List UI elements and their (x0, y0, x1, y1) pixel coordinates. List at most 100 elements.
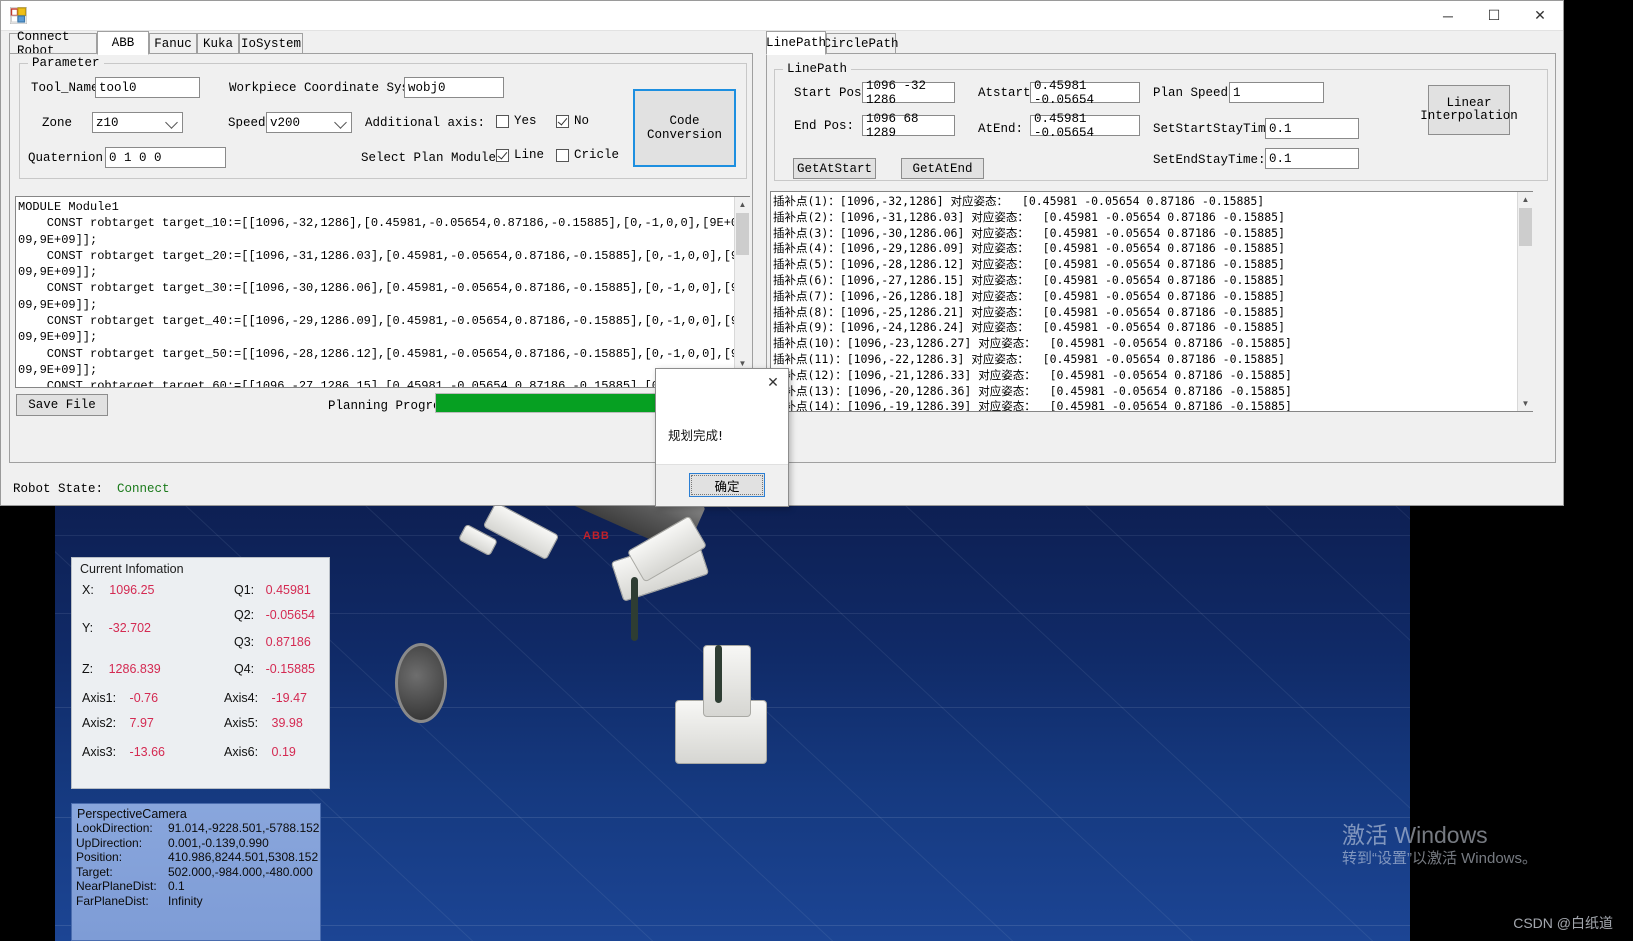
info-label-q2: Q2: (234, 608, 255, 622)
checkbox-box (556, 148, 569, 162)
atend-label: AtEnd: (978, 122, 1024, 136)
parameter-group-title: Parameter (28, 56, 104, 70)
workpiece-input[interactable]: wobj0 (404, 77, 504, 98)
info-value-axis4: -19.47 (271, 691, 307, 705)
end-pos-label: End Pos: (794, 119, 855, 133)
grid-line (894, 495, 1407, 941)
atend-input[interactable]: 0.45981 -0.05654 (1030, 112, 1140, 140)
additional-axis-no-label: No (574, 114, 590, 128)
robot-lower-arm (703, 645, 751, 717)
grid-line (714, 495, 1227, 941)
set-start-stay-time-input[interactable]: 0.1 (1265, 118, 1359, 139)
linepath-group-title: LinePath (783, 62, 852, 76)
camera-row-farplane: FarPlaneDist: Infinity (76, 893, 203, 908)
start-pos-label: Start Pos: (794, 86, 870, 100)
pipe-end-cap (395, 643, 447, 723)
plan-module-line-checkbox[interactable]: Line (496, 148, 544, 162)
chevron-down-icon (334, 115, 347, 129)
robot-wrist (482, 501, 560, 561)
info-value-axis2: 7.97 (129, 716, 154, 730)
tab-linepath[interactable]: LinePath (766, 31, 826, 55)
tab-kuka[interactable]: Kuka (197, 33, 239, 54)
linear-interpolation-button[interactable]: Linear Interpolation (1420, 85, 1518, 135)
scroll-up-arrow[interactable]: ▲ (1518, 192, 1533, 207)
atstart-input[interactable]: 0.45981 -0.05654 (1030, 79, 1140, 107)
end-pos-input[interactable]: 1096 68 1289 (862, 112, 955, 140)
set-end-stay-time-input[interactable]: 0.1 (1265, 148, 1359, 169)
maximize-button[interactable]: ☐ (1471, 1, 1517, 30)
minimize-button[interactable]: ─ (1425, 1, 1471, 30)
get-at-start-button[interactable]: GetAtStart (793, 158, 876, 179)
grid-line (1384, 495, 1410, 837)
zone-select[interactable]: z10 (92, 112, 183, 133)
code-conversion-button[interactable]: Code Conversion (633, 89, 736, 167)
plan-module-circle-label: Cricle (574, 148, 620, 162)
scroll-down-arrow[interactable]: ▼ (1518, 396, 1533, 411)
code-vertical-scrollbar[interactable]: ▲ ▼ (734, 197, 750, 371)
info-label-axis5: Axis5: (224, 716, 259, 730)
dialog-message: 规划完成! (668, 428, 724, 443)
interpolation-points-textarea[interactable]: 插补点(1)：[1096,-32,1286] 对应姿态： [0.45981 -0… (770, 191, 1533, 412)
current-information-panel: Current Infomation X: 1096.25 Y: -32.702… (71, 557, 330, 789)
dialog-titlebar: ✕ (656, 369, 788, 395)
plan-speed-input[interactable]: 1 (1229, 82, 1324, 103)
tab-abb[interactable]: ABB (97, 31, 149, 55)
left-tabstrip: Connect Robot ABB Fanuc Kuka IoSystem (9, 30, 749, 58)
interp-vertical-scrollbar[interactable]: ▲ ▼ (1517, 192, 1533, 411)
info-label-y: Y: (82, 621, 94, 635)
scrollbar-thumb[interactable] (1519, 208, 1532, 246)
plan-module-circle-checkbox[interactable]: Cricle (556, 148, 619, 162)
tab-connect-robot[interactable]: Connect Robot (9, 30, 97, 58)
select-plan-module-label: Select Plan Module: (361, 151, 504, 165)
dialog-close-icon[interactable]: ✕ (764, 373, 782, 391)
current-information-title: Current Infomation (80, 562, 184, 576)
tab-fanuc[interactable]: Fanuc (149, 33, 197, 54)
perspective-camera-panel: PerspectiveCamera LookDirection: 91.014,… (71, 803, 321, 941)
dialog-footer: 确定 (656, 464, 788, 506)
start-pos-input[interactable]: 1096 -32 1286 (862, 79, 955, 107)
csdn-watermark: CSDN @白纸道 (1513, 915, 1613, 931)
tool-name-input[interactable]: tool0 (95, 77, 200, 98)
info-label-q4: Q4: (234, 662, 255, 676)
grid-line (1254, 495, 1410, 941)
additional-axis-yes-label: Yes (514, 114, 537, 128)
right-tabstrip: LinePath CirclePath (766, 31, 1556, 55)
additional-axis-yes-checkbox[interactable]: Yes (496, 114, 537, 128)
set-end-stay-time-label: SetEndStayTime: (1153, 153, 1266, 167)
robot-cable (715, 645, 722, 703)
tab-iosystem[interactable]: IoSystem (239, 33, 303, 54)
close-button[interactable]: ✕ (1517, 1, 1563, 30)
zone-value: z10 (96, 115, 119, 130)
scrollbar-thumb[interactable] (736, 213, 749, 255)
info-value-axis6: 0.19 (271, 745, 296, 759)
set-start-stay-time-label: SetStartStayTime: (1153, 122, 1281, 136)
checkbox-box-checked (496, 148, 509, 162)
info-value-q1: 0.45981 (265, 583, 311, 597)
save-file-button[interactable]: Save File (16, 394, 108, 416)
info-label-q3: Q3: (234, 635, 255, 649)
plan-speed-label: Plan Speed: (1153, 86, 1236, 100)
generated-code-textarea[interactable]: MODULE Module1 CONST robtarget target_10… (15, 196, 750, 388)
camera-panel-title: PerspectiveCamera (77, 807, 187, 821)
robot-state: Robot State: Connect (13, 482, 170, 496)
get-at-end-button[interactable]: GetAtEnd (901, 158, 984, 179)
robot-state-label: Robot State: (13, 482, 104, 496)
info-label-z: Z: (82, 662, 94, 676)
additional-axis-no-checkbox[interactable]: No (556, 114, 589, 128)
quaternion-input[interactable]: 0 1 0 0 (105, 147, 226, 168)
camera-row-target: Target: 502.000,-984.000,-480.000 (76, 864, 313, 879)
chevron-down-icon (165, 115, 178, 129)
info-label-axis6: Axis6: (224, 745, 259, 759)
scroll-up-arrow[interactable]: ▲ (735, 197, 750, 212)
info-value-z: 1286.839 (108, 662, 161, 676)
quaternion-label: Quaternion (28, 151, 104, 165)
title-bar[interactable]: ─ ☐ ✕ (1, 1, 1563, 31)
zone-label: Zone (42, 116, 73, 130)
camera-row-nearplane: NearPlaneDist: 0.1 (76, 879, 185, 893)
planning-complete-dialog: ✕ 规划完成! 确定 (655, 368, 789, 507)
tab-circlepath[interactable]: CirclePath (824, 33, 899, 54)
speed-select[interactable]: v200 (266, 112, 352, 133)
info-value-axis5: 39.98 (271, 716, 303, 730)
info-label-axis2: Axis2: (82, 716, 117, 730)
dialog-ok-button[interactable]: 确定 (689, 473, 765, 497)
